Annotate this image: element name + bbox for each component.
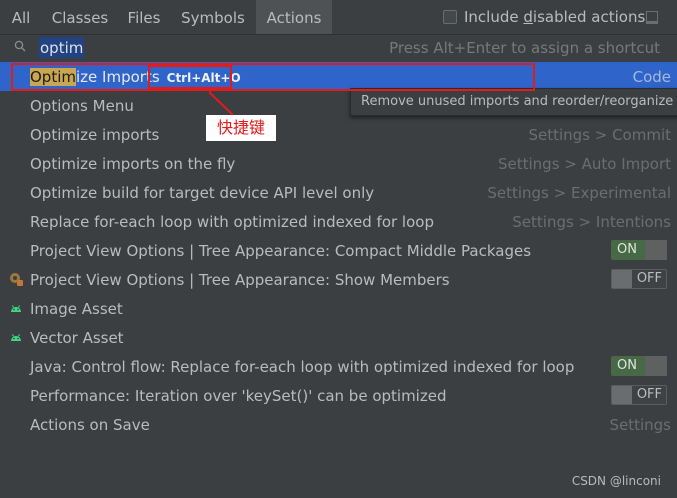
search-icon	[14, 40, 26, 52]
item-category: Code	[632, 67, 671, 86]
item-category: Settings > Auto Import	[497, 154, 671, 173]
item-label: Optimize imports	[30, 125, 160, 144]
item-category: Settings > Experimental	[487, 183, 671, 202]
list-item[interactable]: Replace for-each loop with optimized ind…	[0, 207, 677, 236]
tab-all[interactable]: All	[0, 0, 42, 34]
annotation-highlight-box	[11, 63, 535, 91]
item-label: Options Menu	[30, 96, 134, 115]
list-item[interactable]: Project View Options | Tree Appearance: …	[0, 265, 677, 294]
list-item[interactable]: Project View Options | Tree Appearance: …	[0, 236, 677, 265]
tab-actions[interactable]: Actions	[256, 0, 332, 34]
item-category: Settings > Commit	[528, 125, 671, 144]
include-disabled-toggle[interactable]: Include disabled actions	[443, 0, 645, 34]
item-category: Settings > Intentions	[512, 212, 671, 231]
tab-symbols[interactable]: Symbols	[170, 0, 256, 34]
list-item[interactable]: Image Asset	[0, 294, 677, 323]
on-off-toggle[interactable]: ON	[611, 240, 667, 260]
watermark: CSDN @linconi	[571, 474, 661, 488]
tab-files[interactable]: Files	[118, 0, 170, 34]
item-category: Settings	[609, 415, 671, 434]
include-disabled-label: Include disabled actions	[464, 8, 646, 26]
search-bar: optim Press Alt+Enter to assign a shortc…	[0, 34, 677, 63]
members-icon	[10, 273, 23, 286]
item-label: Actions on Save	[30, 415, 150, 434]
search-input[interactable]: optim	[39, 37, 85, 58]
item-label: Project View Options | Tree Appearance: …	[30, 241, 532, 260]
item-label: Performance: Iteration over 'keySet()' c…	[30, 386, 447, 405]
annotation-label: 快捷键	[206, 115, 276, 141]
item-label: Optimize build for target device API lev…	[30, 183, 375, 202]
list-item[interactable]: Performance: Iteration over 'keySet()' c…	[0, 381, 677, 410]
pin-window-icon[interactable]	[646, 11, 658, 24]
item-label: Replace for-each loop with optimized ind…	[30, 212, 434, 231]
list-item[interactable]: Java: Control flow: Replace for-each loo…	[0, 352, 677, 381]
item-label: Optimize imports on the fly	[30, 154, 236, 173]
list-item[interactable]: Optimize imports on the fly Settings > A…	[0, 149, 677, 178]
action-tooltip: Remove unused imports and reorder/reorga…	[350, 88, 677, 116]
list-item[interactable]: Optimize build for target device API lev…	[0, 178, 677, 207]
tab-bar: All Classes Files Symbols Actions Includ…	[0, 0, 677, 34]
item-label: Image Asset	[30, 299, 123, 318]
shortcut-hint: Press Alt+Enter to assign a shortcut	[389, 39, 660, 57]
item-label: Project View Options | Tree Appearance: …	[30, 270, 450, 289]
list-item[interactable]: Vector Asset	[0, 323, 677, 352]
on-off-toggle[interactable]: OFF	[611, 385, 667, 405]
on-off-toggle[interactable]: ON	[611, 356, 667, 376]
list-item[interactable]: Actions on Save Settings	[0, 410, 677, 439]
on-off-toggle[interactable]: OFF	[611, 269, 667, 289]
tab-classes[interactable]: Classes	[42, 0, 118, 34]
android-icon	[11, 334, 21, 341]
annotation-shortcut-box	[148, 65, 232, 89]
item-label: Vector Asset	[30, 328, 124, 347]
android-icon	[11, 305, 21, 312]
list-item[interactable]: Optimize imports Settings > Commit	[0, 120, 677, 149]
include-disabled-checkbox[interactable]	[443, 10, 457, 24]
item-label: Java: Control flow: Replace for-each loo…	[30, 357, 575, 376]
